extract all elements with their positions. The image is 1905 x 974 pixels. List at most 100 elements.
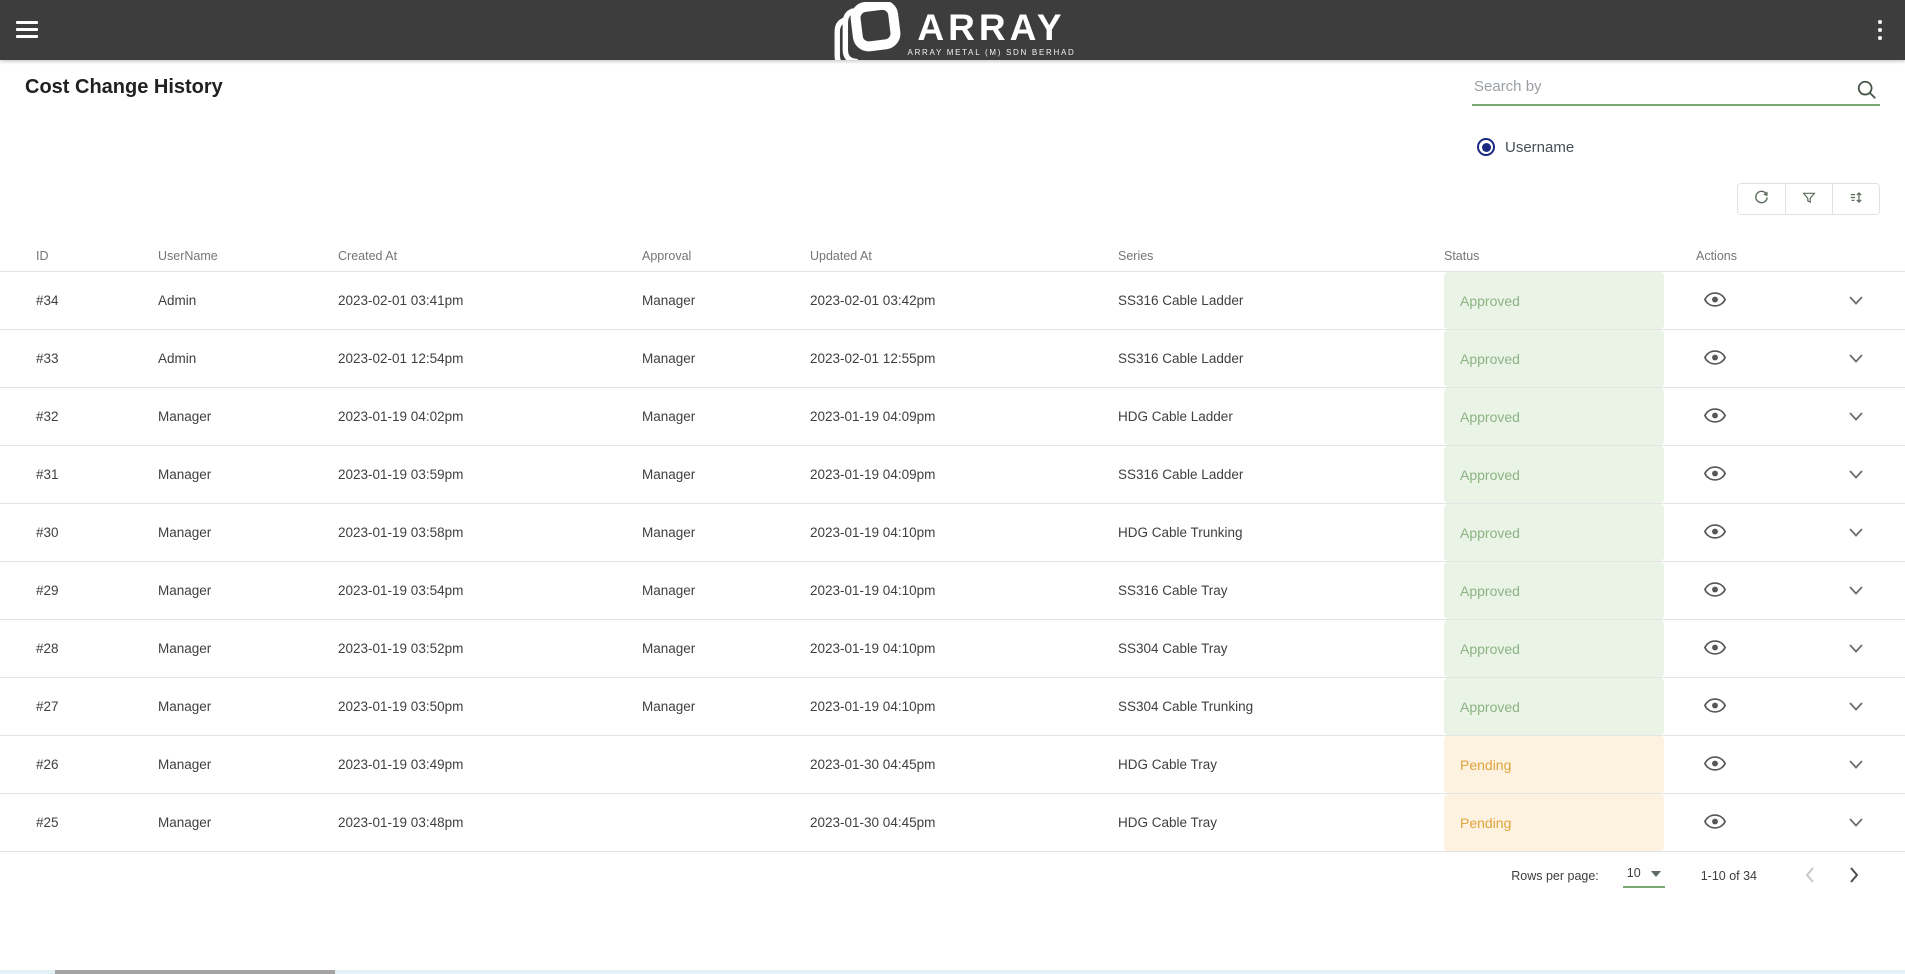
row-actions bbox=[1696, 753, 1905, 776]
row-status-cell: Approved bbox=[1444, 446, 1696, 503]
search-area bbox=[1472, 72, 1880, 110]
table-row: #29 Manager 2023-01-19 03:54pm Manager 2… bbox=[0, 562, 1905, 620]
view-details-button[interactable] bbox=[1702, 638, 1728, 660]
horizontal-scrollbar[interactable] bbox=[0, 970, 1905, 974]
chevron-right-icon bbox=[1849, 867, 1859, 886]
table-toolbar bbox=[1737, 183, 1880, 215]
table-row: #27 Manager 2023-01-19 03:50pm Manager 2… bbox=[0, 678, 1905, 736]
eye-icon bbox=[1704, 350, 1726, 368]
search-by-username-radio[interactable]: Username bbox=[1477, 138, 1574, 156]
table-row: #31 Manager 2023-01-19 03:59pm Manager 2… bbox=[0, 446, 1905, 504]
expand-row-button[interactable] bbox=[1845, 811, 1867, 834]
chevron-down-icon bbox=[1849, 467, 1863, 482]
column-header-updated-at: Updated At bbox=[810, 249, 1118, 263]
hamburger-menu-icon[interactable] bbox=[16, 21, 38, 38]
expand-row-button[interactable] bbox=[1845, 637, 1867, 660]
chevron-down-icon bbox=[1849, 525, 1863, 540]
view-details-button[interactable] bbox=[1702, 522, 1728, 544]
view-details-button[interactable] bbox=[1702, 290, 1728, 312]
row-series: HDG Cable Trunking bbox=[1118, 525, 1444, 540]
row-username: Manager bbox=[158, 757, 338, 772]
kebab-menu-icon[interactable] bbox=[1877, 20, 1883, 40]
expand-row-button[interactable] bbox=[1845, 289, 1867, 312]
app-logo: ARRAY ARRAY METAL (M) SDN BERHAD bbox=[830, 0, 1076, 60]
row-created-at: 2023-02-01 03:41pm bbox=[338, 293, 642, 308]
row-username: Manager bbox=[158, 409, 338, 424]
eye-icon bbox=[1704, 524, 1726, 542]
cost-change-table: IDUserNameCreated AtApprovalUpdated AtSe… bbox=[0, 240, 1905, 852]
row-status-cell: Pending bbox=[1444, 736, 1696, 793]
expand-row-button[interactable] bbox=[1845, 695, 1867, 718]
row-created-at: 2023-01-19 03:54pm bbox=[338, 583, 642, 598]
app-header: ARRAY ARRAY METAL (M) SDN BERHAD bbox=[0, 0, 1905, 60]
logo-cube-icon bbox=[830, 2, 902, 60]
status-badge: Approved bbox=[1444, 620, 1664, 677]
table-header-row: IDUserNameCreated AtApprovalUpdated AtSe… bbox=[0, 240, 1905, 272]
filter-button[interactable] bbox=[1785, 184, 1832, 214]
sort-button[interactable] bbox=[1832, 184, 1879, 214]
status-badge: Approved bbox=[1444, 272, 1664, 329]
row-series: SS316 Cable Tray bbox=[1118, 583, 1444, 598]
expand-row-button[interactable] bbox=[1845, 753, 1867, 776]
chevron-down-icon bbox=[1849, 409, 1863, 424]
search-icon[interactable] bbox=[1856, 79, 1878, 106]
search-input[interactable] bbox=[1472, 72, 1880, 106]
view-details-button[interactable] bbox=[1702, 348, 1728, 370]
row-series: HDG Cable Tray bbox=[1118, 815, 1444, 830]
row-created-at: 2023-01-19 04:02pm bbox=[338, 409, 642, 424]
column-header-status: Status bbox=[1444, 249, 1696, 263]
row-status-cell: Approved bbox=[1444, 330, 1696, 387]
eye-icon bbox=[1704, 756, 1726, 774]
filter-icon bbox=[1801, 190, 1817, 209]
expand-row-button[interactable] bbox=[1845, 347, 1867, 370]
row-approval: Manager bbox=[642, 525, 810, 540]
next-page-button[interactable] bbox=[1845, 863, 1863, 890]
chevron-down-icon bbox=[1849, 351, 1863, 366]
pagination-range-label: 1-10 of 34 bbox=[1701, 869, 1757, 883]
row-actions bbox=[1696, 463, 1905, 486]
status-badge: Approved bbox=[1444, 330, 1664, 387]
expand-row-button[interactable] bbox=[1845, 579, 1867, 602]
view-details-button[interactable] bbox=[1702, 464, 1728, 486]
row-approval: Manager bbox=[642, 699, 810, 714]
table-row: #33 Admin 2023-02-01 12:54pm Manager 202… bbox=[0, 330, 1905, 388]
row-updated-at: 2023-01-19 04:10pm bbox=[810, 583, 1118, 598]
row-updated-at: 2023-01-19 04:10pm bbox=[810, 699, 1118, 714]
row-created-at: 2023-01-19 03:48pm bbox=[338, 815, 642, 830]
status-badge: Approved bbox=[1444, 504, 1664, 561]
rows-per-page-select[interactable]: 10 bbox=[1623, 864, 1665, 888]
previous-page-button[interactable] bbox=[1801, 863, 1819, 890]
table-row: #34 Admin 2023-02-01 03:41pm Manager 202… bbox=[0, 272, 1905, 330]
horizontal-scrollbar-thumb[interactable] bbox=[55, 970, 335, 974]
row-series: SS304 Cable Tray bbox=[1118, 641, 1444, 656]
logo-text: ARRAY ARRAY METAL (M) SDN BERHAD bbox=[908, 0, 1076, 57]
view-details-button[interactable] bbox=[1702, 754, 1728, 776]
row-id: #30 bbox=[0, 525, 158, 540]
view-details-button[interactable] bbox=[1702, 696, 1728, 718]
row-id: #32 bbox=[0, 409, 158, 424]
row-actions bbox=[1696, 405, 1905, 428]
row-approval: Manager bbox=[642, 351, 810, 366]
row-created-at: 2023-01-19 03:50pm bbox=[338, 699, 642, 714]
row-id: #34 bbox=[0, 293, 158, 308]
view-details-button[interactable] bbox=[1702, 812, 1728, 834]
row-updated-at: 2023-01-30 04:45pm bbox=[810, 757, 1118, 772]
row-updated-at: 2023-01-19 04:09pm bbox=[810, 409, 1118, 424]
row-id: #26 bbox=[0, 757, 158, 772]
expand-row-button[interactable] bbox=[1845, 405, 1867, 428]
expand-row-button[interactable] bbox=[1845, 463, 1867, 486]
column-header-approval: Approval bbox=[642, 249, 810, 263]
logo-subtitle: ARRAY METAL (M) SDN BERHAD bbox=[908, 48, 1076, 57]
refresh-button[interactable] bbox=[1738, 184, 1785, 214]
view-details-button[interactable] bbox=[1702, 580, 1728, 602]
row-username: Manager bbox=[158, 815, 338, 830]
eye-icon bbox=[1704, 292, 1726, 310]
row-updated-at: 2023-02-01 12:55pm bbox=[810, 351, 1118, 366]
status-badge: Approved bbox=[1444, 562, 1664, 619]
view-details-button[interactable] bbox=[1702, 406, 1728, 428]
eye-icon bbox=[1704, 582, 1726, 600]
row-created-at: 2023-01-19 03:58pm bbox=[338, 525, 642, 540]
row-id: #27 bbox=[0, 699, 158, 714]
expand-row-button[interactable] bbox=[1845, 521, 1867, 544]
row-username: Manager bbox=[158, 583, 338, 598]
